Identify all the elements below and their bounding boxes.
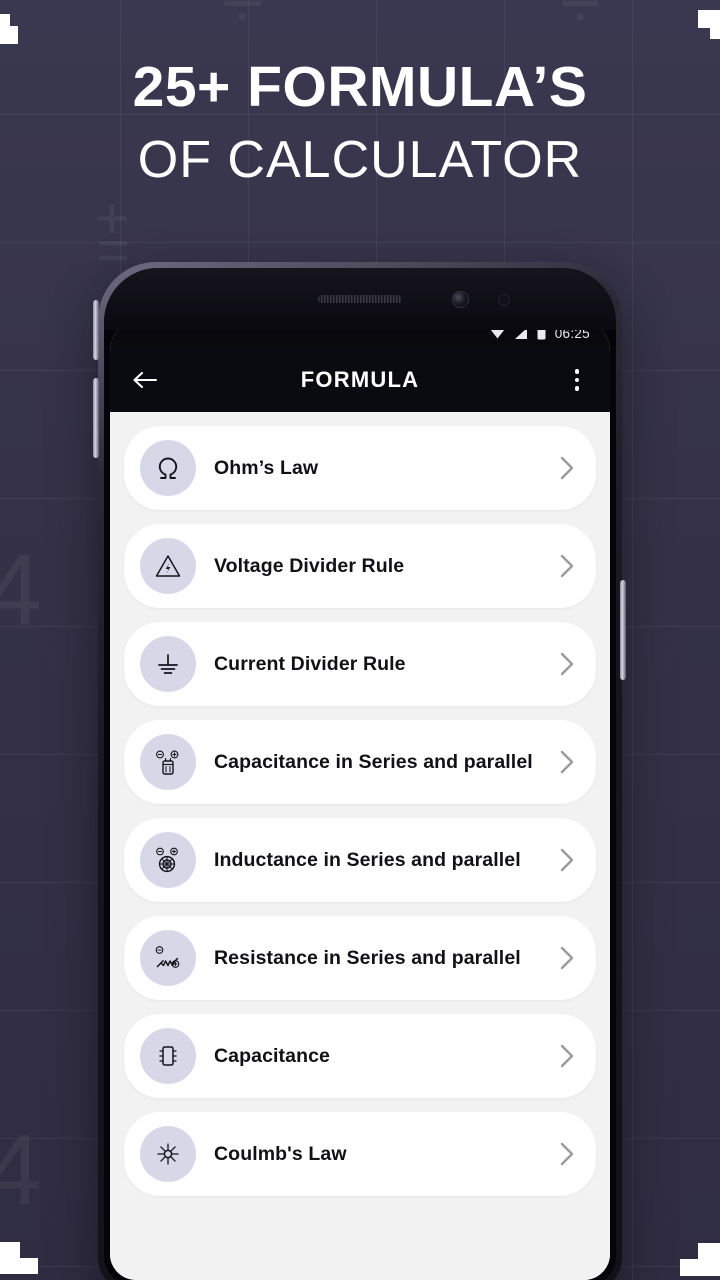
phone-mockup: 06:25 FORMULA Ohm’s Law Voltage Divider …	[98, 262, 622, 1280]
omega-icon	[140, 440, 196, 496]
list-item[interactable]: Inductance in Series and parallel	[124, 818, 596, 902]
app-bar: FORMULA	[110, 348, 610, 412]
overflow-menu-icon-dot-1	[574, 369, 580, 374]
list-item[interactable]: Ohm’s Law	[124, 426, 596, 510]
list-item-label: Capacitance	[214, 1044, 330, 1067]
background-glyph-divide-1: ÷	[222, 0, 263, 44]
list-item-label: Capacitance in Series and parallel	[214, 750, 533, 773]
overflow-menu-icon-dot-3	[574, 386, 580, 391]
chevron-right-icon[interactable]	[554, 1043, 580, 1069]
list-item-label: Current Divider Rule	[214, 652, 406, 675]
list-item-label: Ohm’s Law	[214, 456, 319, 479]
list-item-label: Coulmb's Law	[214, 1142, 347, 1165]
formula-list[interactable]: Ohm’s Law Voltage Divider Rule Current D…	[110, 412, 610, 1280]
corner-mark-top-right	[676, 0, 720, 44]
overflow-menu-icon-dot-2	[574, 377, 580, 383]
headline-line-1: 25+ FORMULA’S	[132, 55, 588, 119]
list-item-label: Voltage Divider Rule	[214, 554, 405, 577]
chevron-right-icon[interactable]	[554, 749, 580, 775]
list-item-label: Resistance in Series and parallel	[214, 946, 521, 969]
corner-mark-top-left	[0, 0, 44, 44]
chevron-right-icon[interactable]	[554, 1141, 580, 1167]
corner-mark-bottom-left	[0, 1236, 44, 1280]
list-item[interactable]: Capacitance	[124, 1014, 596, 1098]
charge-burst-icon	[140, 1126, 196, 1182]
overflow-menu-button[interactable]	[562, 363, 592, 397]
back-button[interactable]	[128, 363, 162, 397]
background-glyph-4-lower: 4	[0, 1114, 42, 1226]
chevron-right-icon[interactable]	[554, 651, 580, 677]
page-title: FORMULA	[300, 367, 420, 392]
phone-body: 06:25 FORMULA Ohm’s Law Voltage Divider …	[104, 268, 616, 1280]
corner-mark-bottom-right	[676, 1236, 720, 1280]
volume-down-button[interactable]	[93, 378, 99, 458]
background-glyph-divide-2: ÷	[560, 0, 601, 44]
front-camera-icon	[453, 292, 468, 307]
inductor-coil-icon	[140, 832, 196, 888]
chevron-right-icon[interactable]	[554, 847, 580, 873]
back-arrow-icon	[132, 370, 158, 390]
chevron-right-icon[interactable]	[554, 455, 580, 481]
chevron-right-icon[interactable]	[554, 553, 580, 579]
list-item[interactable]: Current Divider Rule	[124, 622, 596, 706]
capacitor-icon	[140, 734, 196, 790]
background-glyph-4: 4	[0, 534, 42, 646]
list-item[interactable]: Voltage Divider Rule	[124, 524, 596, 608]
proximity-sensor-icon	[499, 295, 509, 305]
headline-line-2: OF CALCULATOR	[137, 130, 583, 189]
list-item[interactable]: Resistance in Series and parallel	[124, 916, 596, 1000]
list-item-label: Inductance in Series and parallel	[214, 848, 521, 871]
phone-screen: 06:25 FORMULA Ohm’s Law Voltage Divider …	[110, 318, 610, 1280]
power-button[interactable]	[620, 580, 626, 680]
chevron-right-icon[interactable]	[554, 945, 580, 971]
chip-icon	[140, 1028, 196, 1084]
high-voltage-warning-icon	[140, 538, 196, 594]
volume-up-button[interactable]	[93, 300, 99, 360]
list-item[interactable]: Capacitance in Series and parallel	[124, 720, 596, 804]
resistor-icon	[140, 930, 196, 986]
ground-symbol-icon	[140, 636, 196, 692]
speaker-grille-icon	[318, 295, 402, 303]
promo-headline: 25+ FORMULA’S OF CALCULATOR	[0, 55, 720, 193]
list-item[interactable]: Coulmb's Law	[124, 1112, 596, 1196]
